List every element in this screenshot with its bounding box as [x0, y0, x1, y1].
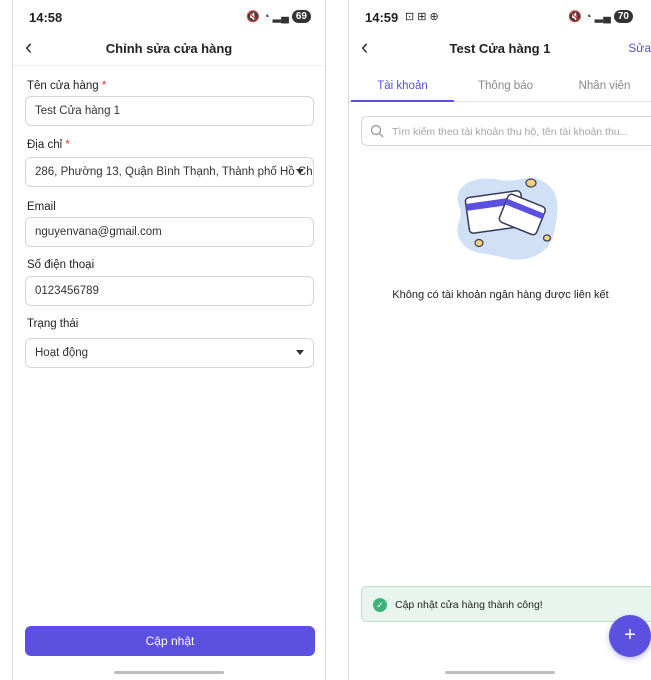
empty-state-message: Không có tài khoản ngân hàng được liên k… [392, 289, 609, 301]
required-mark: * [101, 80, 107, 92]
chevron-down-icon [296, 350, 304, 355]
success-toast: ✓ Cập nhật cửa hàng thành công! [361, 586, 651, 622]
search-icon [370, 124, 384, 138]
status-select[interactable]: Hoạt động [25, 338, 314, 368]
battery-indicator: 69 [291, 10, 311, 23]
tab-accounts[interactable]: Tài khoản [351, 80, 454, 92]
phone-field[interactable]: 0123456789 [25, 276, 314, 306]
page-title: Chỉnh sửa cửa hàng [105, 41, 233, 56]
edit-link[interactable]: Sửa [628, 41, 651, 55]
active-tab-indicator [351, 100, 454, 102]
home-indicator [445, 671, 555, 674]
app-bar: ‹ Test Cửa hàng 1 Sửa [349, 32, 651, 66]
battery-indicator: 70 [613, 10, 633, 23]
status-bar: 14:59 ⊡ ⊞ ⊕ 🔇 ◔ ▂▄ 70 [349, 0, 651, 32]
tab-notifications[interactable]: Thông báo [454, 80, 557, 92]
signal-icon: ▂▄ [272, 11, 289, 23]
address-label-text: Địa chỉ [27, 139, 63, 151]
mute-icon: 🔇 [246, 11, 260, 23]
address-value: 286, Phường 13, Quận Bình Thạnh, Thành p… [35, 166, 314, 178]
status-time: 14:58 [29, 10, 63, 25]
app-bar: ‹ Chỉnh sửa cửa hàng [13, 32, 325, 66]
update-button[interactable]: Cập nhật [25, 626, 315, 656]
store-name-label: Tên cửa hàng * [27, 80, 106, 92]
email-field[interactable]: nguyenvana@gmail.com [25, 217, 314, 247]
store-detail-screen: 14:59 ⊡ ⊞ ⊕ 🔇 ◔ ▂▄ 70 ‹ Test Cửa hàng 1 … [348, 0, 651, 680]
wifi-icon: ◔ [584, 10, 592, 23]
status-time: 14:59 [365, 10, 399, 25]
notification-icons: ⊡ ⊞ ⊕ [405, 11, 439, 23]
tab-staff[interactable]: Nhân viên [557, 80, 651, 92]
edit-store-screen: 14:58 🔇 ◔ ▂▄ 69 ‹ Chỉnh sửa cửa hàng Tên… [12, 0, 326, 680]
empty-wallet-illustration [457, 178, 558, 260]
home-indicator [114, 671, 224, 674]
store-name-label-text: Tên cửa hàng [27, 80, 99, 92]
address-select[interactable]: 286, Phường 13, Quận Bình Thạnh, Thành p… [25, 157, 314, 187]
store-name-input[interactable]: Test Cửa hàng 1 [25, 96, 314, 126]
phone-label: Số điện thoại [27, 259, 95, 271]
status-icons: 🔇 ◔ ▂▄ 70 [568, 10, 633, 23]
check-circle-icon: ✓ [373, 598, 387, 612]
tab-bar: Tài khoản Thông báo Nhân viên [349, 72, 651, 102]
signal-icon: ▂▄ [594, 11, 611, 23]
email-label: Email [27, 201, 56, 213]
status-value: Hoạt động [35, 347, 89, 359]
mute-icon: 🔇 [568, 11, 582, 23]
page-title: Test Cửa hàng 1 [449, 41, 551, 56]
status-label: Trạng thái [27, 318, 79, 330]
status-icons: 🔇 ◔ ▂▄ 69 [246, 10, 311, 23]
wifi-icon: ◔ [262, 10, 270, 23]
toast-message: Cập nhật cửa hàng thành công! [395, 599, 543, 611]
chevron-down-icon [296, 169, 304, 174]
address-label: Địa chỉ * [27, 139, 70, 151]
required-mark: * [65, 139, 70, 151]
add-button[interactable]: + [609, 615, 651, 657]
status-bar: 14:58 🔇 ◔ ▂▄ 69 [13, 0, 325, 32]
search-input[interactable]: Tìm kiếm theo tài khoản thu hộ, tên tài … [361, 116, 651, 146]
search-placeholder: Tìm kiếm theo tài khoản thu hộ, tên tài … [392, 126, 629, 138]
